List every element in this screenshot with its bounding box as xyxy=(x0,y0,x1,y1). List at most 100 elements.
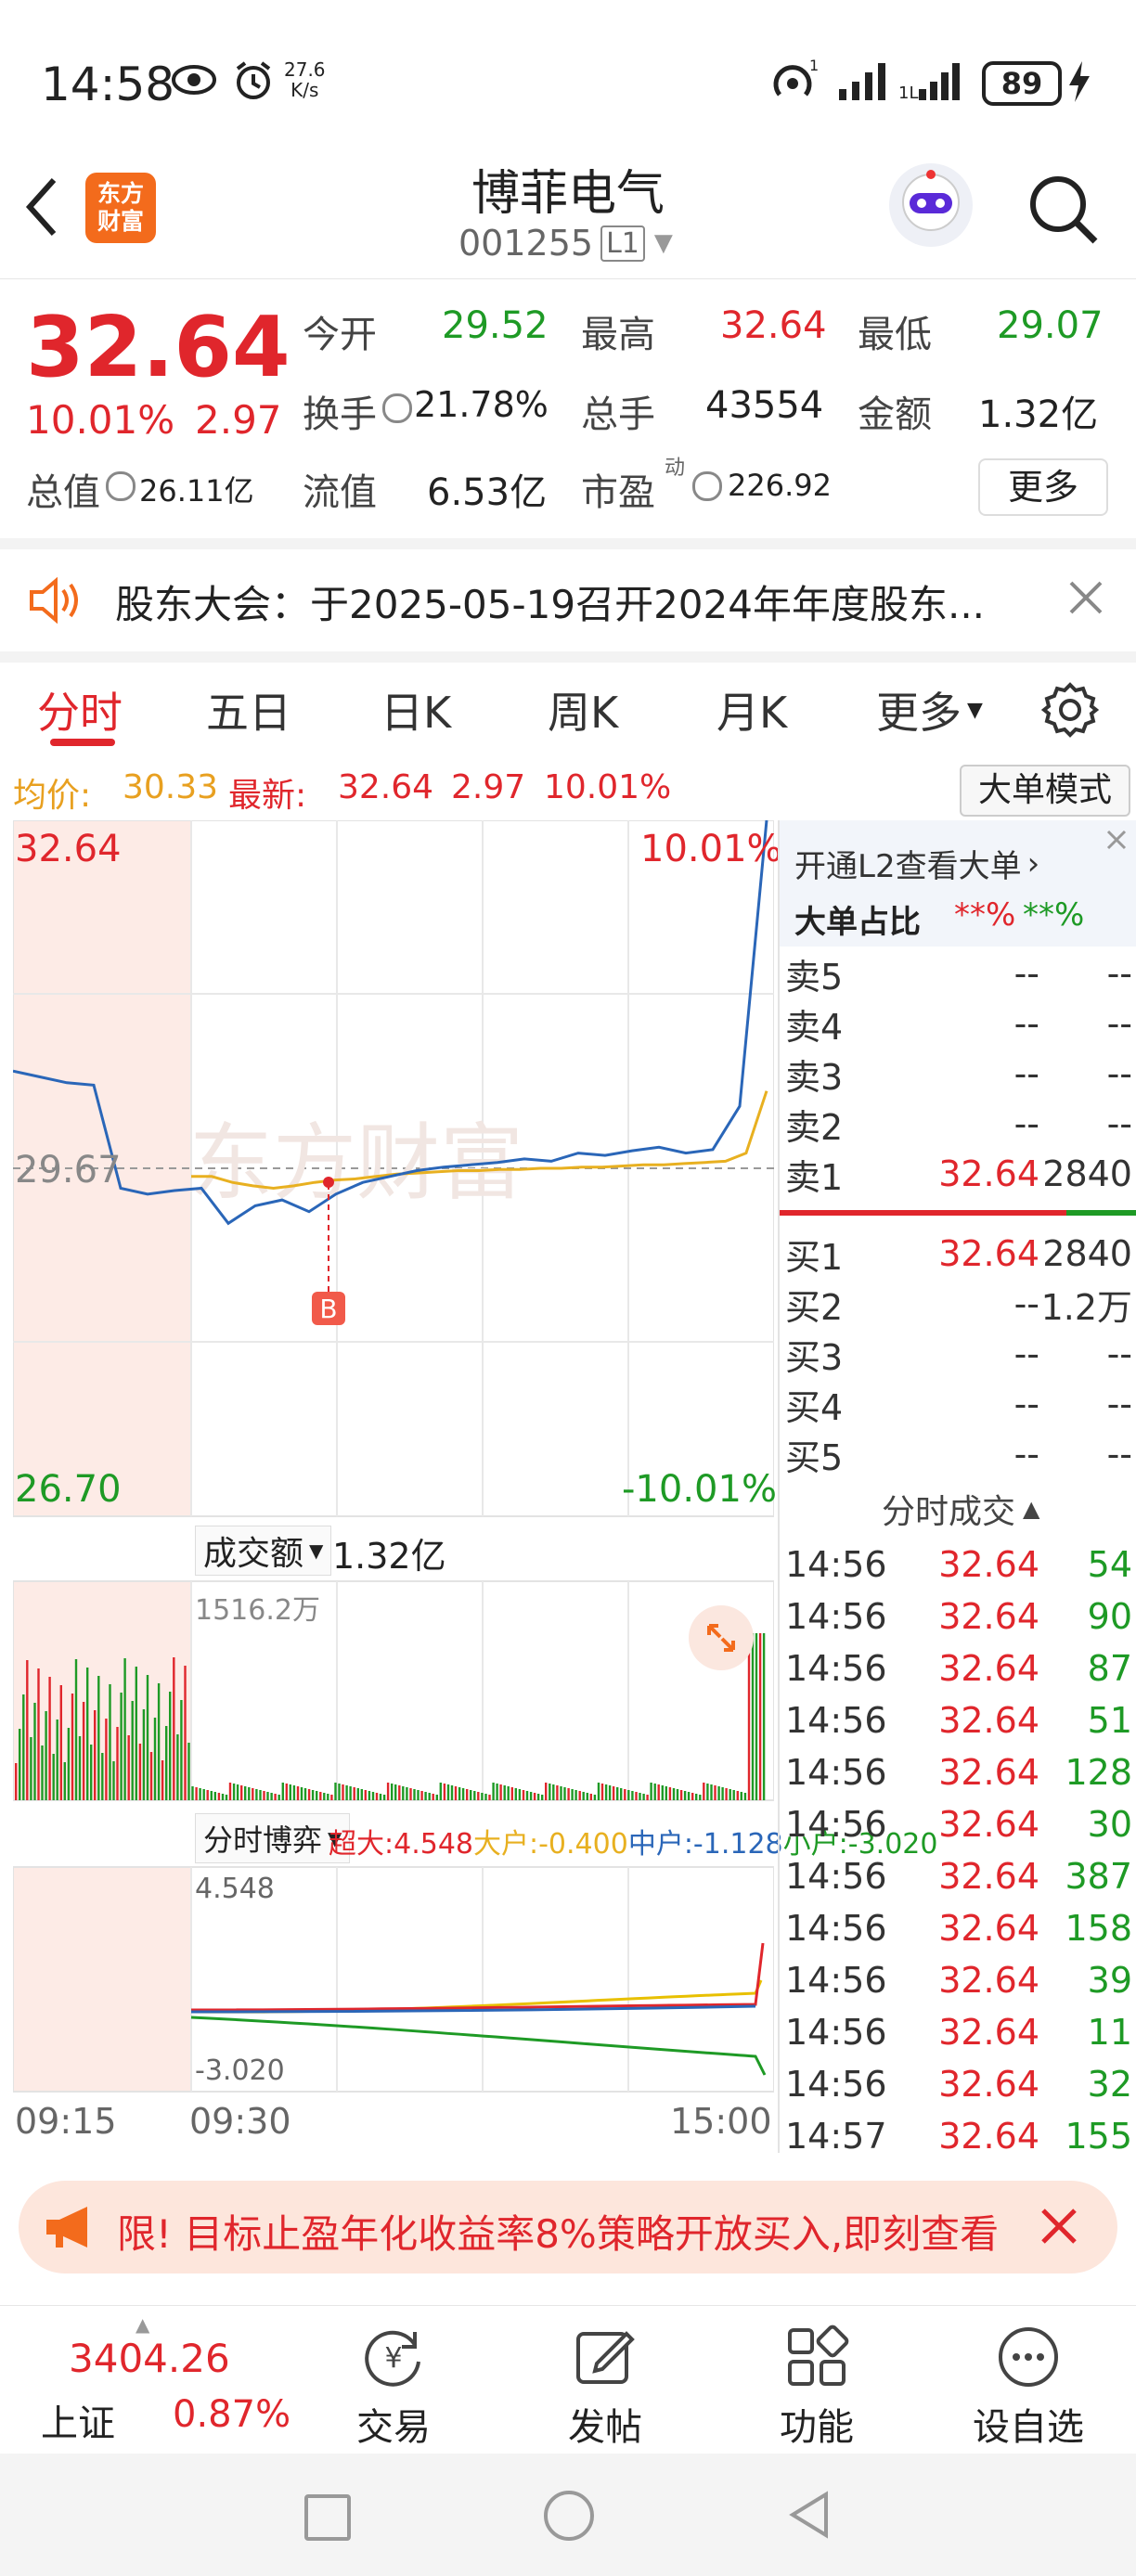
volume-bar xyxy=(153,1718,157,1800)
volume-bar xyxy=(353,1787,355,1800)
info-icon[interactable] xyxy=(106,471,136,501)
bids-row: 买4 -- -- xyxy=(780,1379,1136,1429)
volume-bar xyxy=(695,1794,698,1800)
bids-volume: -- xyxy=(1106,1434,1132,1475)
info-icon[interactable] xyxy=(382,393,412,423)
turnover-label: 换手 xyxy=(303,393,377,436)
back-nav-icon[interactable] xyxy=(785,2489,832,2544)
turnover-value: 21.78% xyxy=(414,384,549,425)
volume-total: 1.32亿 xyxy=(332,1536,446,1577)
close-icon[interactable] xyxy=(1036,2203,1082,2253)
speaker-icon xyxy=(28,576,84,627)
volume-value: 43554 xyxy=(705,384,824,427)
volume-label: 总手 xyxy=(581,393,655,436)
volume-bar xyxy=(142,1709,146,1800)
tick-price: 32.64 xyxy=(938,2012,1039,2053)
l2-link[interactable]: 开通L2查看大单 › xyxy=(794,841,1039,886)
intraday-chart[interactable]: 东方财富 B 32.64 29.67 26.70 10.01% -10.01% … xyxy=(12,819,937,2153)
game-selector[interactable]: 分时博弈 ▼ xyxy=(195,1813,351,1863)
tab-five-day[interactable]: 五日 xyxy=(206,679,291,741)
volume-bar xyxy=(123,1658,126,1800)
volume-bar xyxy=(191,1786,194,1800)
settings-gear-icon[interactable] xyxy=(1040,681,1100,742)
stock-code-row[interactable]: 001255 L1 ▼ xyxy=(458,223,673,264)
volume-bar xyxy=(342,1784,344,1800)
volume-bar xyxy=(244,1786,247,1800)
tab-weekly-k[interactable]: 周K xyxy=(548,679,618,741)
index-value[interactable]: 3404.26 xyxy=(69,2336,230,2381)
tick-volume: 30 xyxy=(1087,1804,1132,1845)
pct-top-label: 10.01% xyxy=(640,828,782,870)
volume-bar xyxy=(345,1785,348,1800)
volume-bar xyxy=(525,1791,529,1800)
ad-banner[interactable]: 限! 目标止盈年化收益率8%策略开放买入,即刻查看 xyxy=(19,2181,1117,2273)
volume-bar xyxy=(360,1789,363,1800)
volume-bar xyxy=(307,1789,311,1800)
hotspot-icon: 1 xyxy=(767,57,819,108)
bids-volume: 1.2万 xyxy=(1040,1286,1132,1328)
svg-text:1: 1 xyxy=(809,58,819,74)
buy-marker: B xyxy=(319,1294,337,1324)
tick-volume: 158 xyxy=(1065,1908,1132,1949)
close-icon[interactable] xyxy=(1103,826,1130,857)
volume-bar xyxy=(255,1789,258,1800)
volume-bar xyxy=(259,1790,262,1800)
volume-bar xyxy=(368,1791,371,1800)
bids-label: 买3 xyxy=(785,1336,844,1378)
volume-bar xyxy=(210,1791,213,1800)
recent-apps-icon[interactable] xyxy=(304,2494,351,2541)
volume-bar xyxy=(676,1789,679,1800)
more-button[interactable]: 更多 xyxy=(978,458,1108,516)
game-medium: 中户:-1.128 xyxy=(627,1828,783,1861)
nav-trade[interactable]: ¥ 交易 xyxy=(319,2325,468,2451)
ticks-title[interactable]: 分时成交 ▲ xyxy=(882,1485,1039,1533)
index-name: 上证 xyxy=(41,2402,115,2445)
bids-price: -- xyxy=(1013,1434,1039,1475)
charging-icon xyxy=(1065,59,1093,108)
tab-intraday[interactable]: 分时 xyxy=(37,679,123,741)
asks-price: -- xyxy=(1013,1103,1039,1144)
big-order-mode-button[interactable]: 大单模式 xyxy=(960,765,1130,817)
search-icon[interactable] xyxy=(1026,173,1101,251)
float-value: 6.53亿 xyxy=(427,471,548,514)
bids-price: -- xyxy=(1013,1384,1039,1424)
caret-up-icon: ▲ xyxy=(136,2313,150,2336)
home-icon[interactable] xyxy=(544,2491,594,2541)
robot-avatar-icon[interactable] xyxy=(889,163,973,247)
volume-bar xyxy=(458,1787,461,1800)
tab-monthly-k[interactable]: 月K xyxy=(716,679,787,741)
volume-bar xyxy=(236,1784,239,1800)
volume-bar xyxy=(323,1793,326,1800)
nav-add-watchlist[interactable]: 设自选 xyxy=(954,2325,1103,2451)
big-order-ratio-label: 大单占比 xyxy=(794,904,921,941)
volume-bar xyxy=(169,1692,172,1800)
asks-volume: 2840 xyxy=(1042,1153,1132,1194)
volume-bar xyxy=(567,1788,570,1800)
grid-icon xyxy=(788,2325,849,2386)
close-icon[interactable] xyxy=(1065,577,1106,622)
y-mid-label: 29.67 xyxy=(15,1149,122,1191)
nav-post[interactable]: 发帖 xyxy=(531,2325,679,2451)
volume-bar xyxy=(157,1683,161,1800)
volume-bar xyxy=(330,1795,333,1800)
nav-functions[interactable]: 功能 xyxy=(742,2325,891,2451)
volume-bar xyxy=(717,1786,720,1800)
tick-price: 32.64 xyxy=(938,1856,1039,1897)
yen-cycle-icon: ¥ xyxy=(365,2330,420,2387)
amount-value: 1.32亿 xyxy=(978,393,1099,436)
mktcap-value: 26.11亿 xyxy=(139,473,254,509)
volume-selector[interactable]: 成交额 ▼ xyxy=(195,1526,332,1576)
notice-bar[interactable]: 股东大会：于2025-05-19召开2024年年度股东... xyxy=(0,549,1136,663)
tab-more[interactable]: 更多 ▼ xyxy=(876,679,983,741)
volume-bar xyxy=(653,1784,656,1800)
volume-bar xyxy=(631,1791,634,1800)
expand-icon[interactable] xyxy=(689,1605,754,1670)
high-value: 32.64 xyxy=(720,304,827,347)
volume-bar xyxy=(394,1784,397,1800)
low-value: 29.07 xyxy=(997,304,1104,347)
tick-row: 14:56 32.64 30 xyxy=(780,1798,1136,1850)
tab-daily-k[interactable]: 日K xyxy=(381,679,451,741)
volume-bar xyxy=(391,1784,394,1800)
info-icon[interactable] xyxy=(692,471,722,501)
game-super: 超大:4.548 xyxy=(329,1828,473,1861)
